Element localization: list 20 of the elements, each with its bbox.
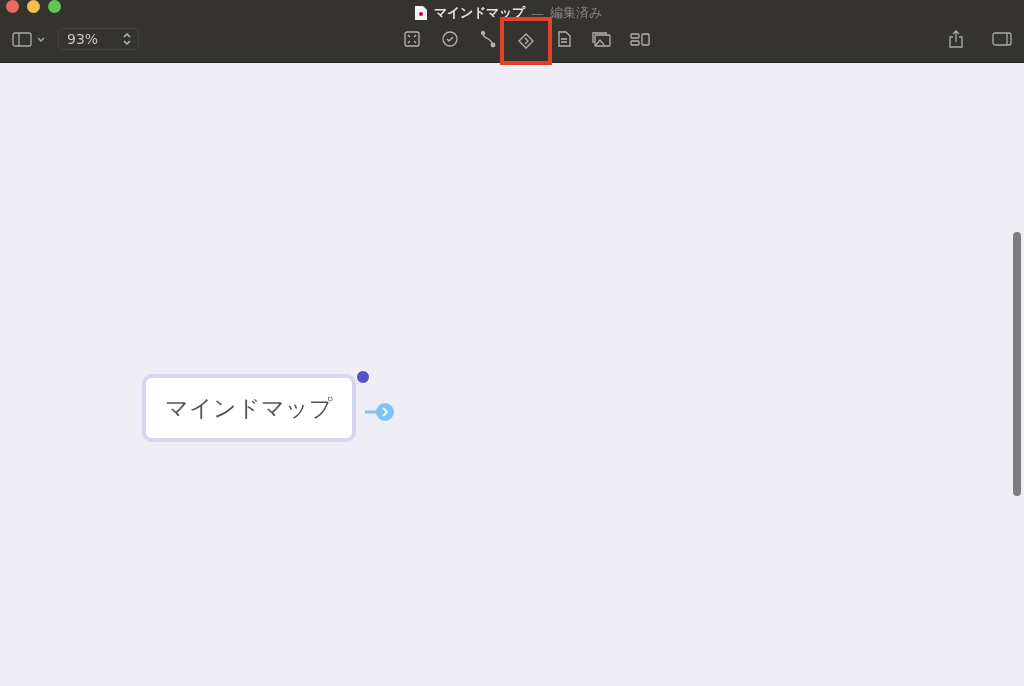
tag-tool-button[interactable] bbox=[500, 17, 552, 65]
close-button[interactable] bbox=[6, 0, 19, 13]
topic-node[interactable]: マインドマップ bbox=[142, 374, 356, 442]
layout-tool-icon[interactable] bbox=[630, 30, 650, 48]
zoom-button[interactable] bbox=[48, 0, 61, 13]
relation-tool-icon[interactable] bbox=[478, 30, 498, 48]
tag-tool-icon[interactable] bbox=[516, 32, 536, 50]
image-tool-icon[interactable] bbox=[592, 30, 612, 48]
task-tool-icon[interactable] bbox=[440, 30, 460, 48]
sidebar-toggle-button[interactable] bbox=[10, 29, 48, 49]
window-subtitle: 編集済み bbox=[550, 4, 602, 22]
stepper-icon[interactable] bbox=[122, 31, 133, 47]
share-button[interactable] bbox=[946, 28, 966, 50]
title-separator: — bbox=[531, 5, 544, 21]
document-icon bbox=[414, 5, 428, 21]
zoom-field[interactable]: 93% bbox=[58, 28, 140, 50]
scrollbar-thumb[interactable] bbox=[1013, 232, 1021, 496]
fit-tool-icon[interactable] bbox=[402, 30, 422, 48]
minimize-button[interactable] bbox=[27, 0, 40, 13]
selection-handle[interactable] bbox=[356, 370, 370, 384]
